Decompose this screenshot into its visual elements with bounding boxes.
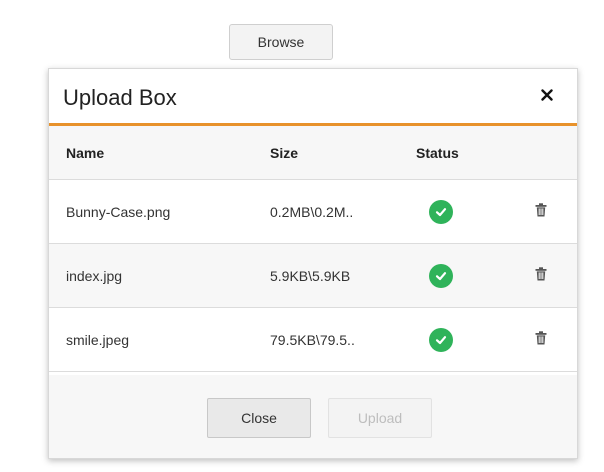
file-size: 0.2MB\0.2M.. bbox=[270, 203, 354, 220]
table-row: Bunny-Case.png 0.2MB\0.2M.. bbox=[49, 180, 577, 244]
trash-icon[interactable] bbox=[535, 267, 547, 284]
column-header-size: Size bbox=[270, 144, 299, 161]
table-header-row: Name Size Status bbox=[49, 126, 577, 180]
upload-dialog: Upload Box Name Size Status Bunny-Case.p… bbox=[48, 68, 578, 459]
delete-cell bbox=[529, 180, 553, 243]
close-icon[interactable] bbox=[537, 85, 557, 105]
upload-button[interactable]: Upload bbox=[328, 398, 432, 438]
delete-cell bbox=[529, 308, 553, 371]
status-cell bbox=[429, 180, 453, 243]
success-check-icon bbox=[429, 199, 453, 224]
table-row: smile.jpeg 79.5KB\79.5.. bbox=[49, 308, 577, 372]
file-name: index.jpg bbox=[66, 267, 123, 284]
file-size: 79.5KB\79.5.. bbox=[270, 331, 355, 348]
table-row: index.jpg 5.9KB\5.9KB bbox=[49, 244, 577, 308]
file-name: Bunny-Case.png bbox=[66, 203, 171, 220]
dialog-footer: Close Upload bbox=[49, 375, 577, 458]
trash-icon[interactable] bbox=[535, 331, 547, 348]
dialog-header: Upload Box bbox=[49, 69, 577, 126]
status-cell bbox=[429, 244, 453, 307]
browse-button[interactable]: Browse bbox=[229, 24, 333, 60]
status-cell bbox=[429, 308, 453, 371]
dialog-title: Upload Box bbox=[63, 85, 177, 110]
delete-cell bbox=[529, 244, 553, 307]
close-button[interactable]: Close bbox=[207, 398, 311, 438]
file-size: 5.9KB\5.9KB bbox=[270, 267, 351, 284]
column-header-status: Status bbox=[416, 144, 459, 161]
file-name: smile.jpeg bbox=[66, 331, 130, 348]
success-check-icon bbox=[429, 327, 453, 352]
close-icon-glyph bbox=[541, 89, 553, 101]
file-table: Name Size Status Bunny-Case.png 0.2MB\0.… bbox=[49, 126, 577, 372]
column-header-name: Name bbox=[66, 144, 105, 161]
success-check-icon bbox=[429, 263, 453, 288]
trash-icon[interactable] bbox=[535, 203, 547, 220]
